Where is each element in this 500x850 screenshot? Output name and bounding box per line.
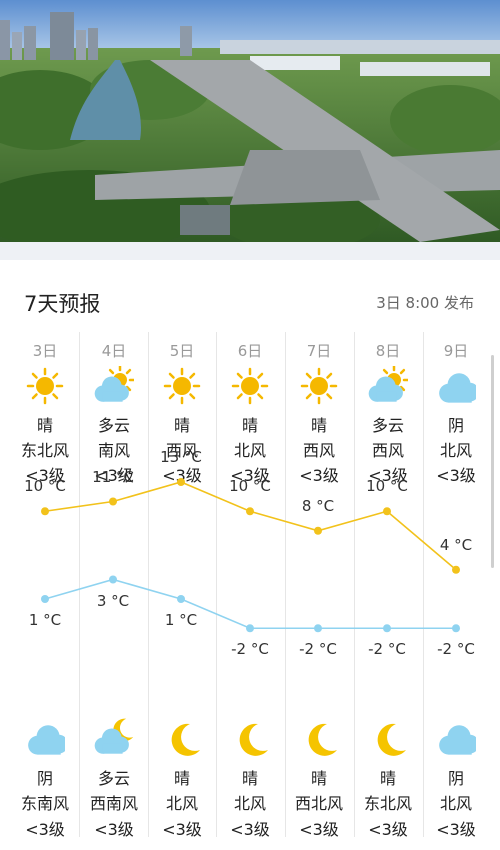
low-temperature-label: -2 °C — [437, 640, 475, 659]
high-temperature-point — [246, 507, 254, 516]
low-temperature-point — [41, 595, 49, 603]
low-temperature-point — [246, 624, 254, 633]
high-temperature-point — [177, 478, 185, 486]
forecast-header: 7天预报 3日 8:00 发布 — [0, 260, 500, 338]
low-temperature-label: 1 °C — [28, 611, 62, 629]
high-temperature-label: 10 °C — [366, 477, 408, 496]
low-temperature-label: -2 °C — [299, 640, 337, 659]
temperature-chart — [41, 478, 460, 633]
hero-city-photo — [0, 0, 500, 242]
high-temperature-label: 10 °C — [229, 477, 271, 496]
high-temperature-label: 11 °C — [92, 467, 134, 486]
low-temperature-point — [177, 595, 185, 603]
high-temperature-point — [452, 565, 460, 574]
section-divider — [0, 242, 500, 260]
low-temperature-label: -2 °C — [231, 640, 269, 659]
high-temperature-point — [41, 507, 49, 516]
forecast-title: 7天预报 — [24, 292, 101, 316]
low-temperature-point — [383, 624, 391, 633]
low-temperature-point — [109, 575, 117, 584]
low-temperature-point — [314, 624, 322, 633]
low-temperature-label: 1 °C — [164, 611, 198, 629]
high-temperature-point — [314, 526, 322, 535]
low-temperature-label: -2 °C — [368, 640, 406, 659]
high-temperature-label: 8 °C — [301, 496, 335, 515]
high-temperature-label: 4 °C — [439, 535, 473, 554]
high-temperature-point — [383, 507, 391, 516]
publish-time: 3日 8:00 发布 — [376, 294, 474, 312]
high-temperature-point — [109, 497, 117, 506]
high-temperature-label: 13 °C — [160, 448, 202, 466]
high-temperature-label: 10 °C — [24, 477, 66, 496]
low-temperature-point — [452, 624, 460, 633]
low-temperature-label: 3 °C — [96, 591, 130, 610]
